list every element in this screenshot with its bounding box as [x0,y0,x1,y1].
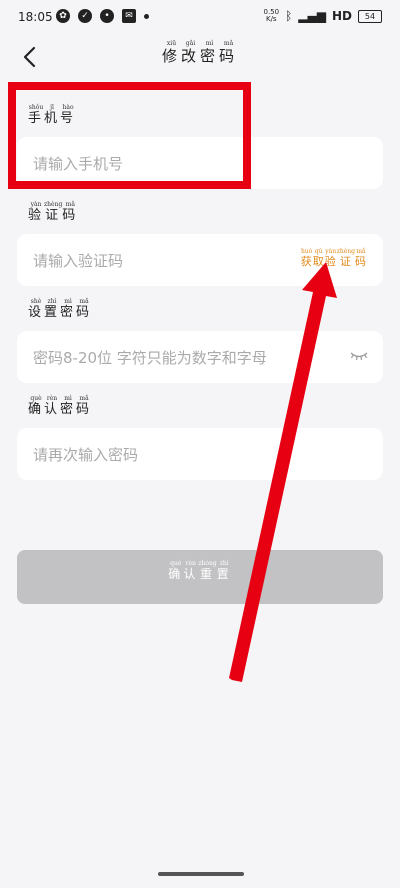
eye-closed-icon[interactable] [349,349,369,363]
network-type: HD [331,9,352,23]
ruby-char: 证zhèng [336,248,355,268]
app-notification-icon: ✿ [56,9,70,23]
code-field-box: 获huò取qǔ验yàn证zhèng码mǎ [17,234,383,288]
password-field-box [17,331,383,385]
pinyin: yàn [324,248,337,255]
page-title: 修xiū改gǎi密mì码mǎ [0,40,400,66]
ruby-char: 获huò [300,248,313,268]
password-input[interactable] [31,331,355,385]
pinyin: zhèng [336,248,355,255]
network-speed-unit: K/s [265,15,277,23]
pinyin: mǎ [219,40,239,47]
bluetooth-icon: ᛒ [285,9,293,23]
pinyin: shè [28,298,44,305]
ruby-char: 验yàn [324,248,337,268]
signal-icon: ▂▄▆ [298,9,326,23]
ruby-char: 证zhèng [44,201,63,223]
notification-icons: ✿ ✓ • ✉ [56,9,149,23]
status-time: 18:05 [18,10,53,24]
pinyin: gǎi [180,40,200,47]
confirm-reset-label: 确què认rèn重zhòng置zhì [168,560,232,581]
ruby-char: 码mǎ [62,201,79,223]
ruby-char: 重zhòng [198,560,217,581]
more-notifications-icon [144,13,149,19]
confirm-password-field-box [17,428,383,482]
ruby-char: 密mì [200,40,220,65]
confirm-password-label: 确què认rèn密mì码mǎ [28,395,92,417]
ruby-char: 码mǎ [219,40,239,65]
pinyin: qǔ [312,248,325,255]
ruby-char: 置zhì [216,560,232,581]
battery-icon: 54 [358,9,382,23]
pinyin: zhì [44,298,61,305]
network-speed: 0.50 K/s [264,9,280,23]
pinyin: mì [200,40,220,47]
password-label: 设shè置zhì密mì码mǎ [28,298,92,320]
ruby-char: 置zhì [44,298,61,320]
pinyin: zhèng [44,201,63,208]
ruby-char: 码mǎ [76,395,93,417]
annotation-highlight-box [8,82,251,189]
pinyin: mǎ [76,395,93,402]
ruby-char: 确què [28,395,45,417]
status-bar: 18:05 ✿ ✓ • ✉ 0.50 K/s ᛒ ▂▄▆ HD 54 [0,0,400,34]
pinyin: què [28,395,45,402]
pinyin: huò [300,248,313,255]
confirm-password-input[interactable] [31,428,295,482]
pinyin: mǎ [62,201,79,208]
ruby-char: 改gǎi [180,40,200,65]
pinyin: què [168,560,184,567]
check-circle-icon: ✓ [78,9,92,23]
pinyin: mǎ [76,298,93,305]
ruby-char: 码mǎ [76,298,93,320]
ruby-char: 密mì [60,395,77,417]
ruby-char: 验yàn [28,201,45,223]
home-indicator [158,872,244,876]
pinyin: yàn [28,201,44,208]
confirm-reset-button[interactable]: 确què认rèn重zhòng置zhì [17,550,383,604]
ruby-char: 修xiū [161,40,181,65]
ruby-char: 取qǔ [312,248,325,268]
system-icons: 0.50 K/s ᛒ ▂▄▆ HD 54 [264,9,382,23]
pinyin: xiū [161,40,181,47]
code-input[interactable] [31,234,295,288]
pinyin: mǎ [355,248,367,255]
pinyin: rèn [44,395,61,402]
code-label: 验yàn证zhèng码mǎ [28,201,78,223]
ruby-char: 认rèn [44,395,61,417]
ruby-char: 设shè [28,298,45,320]
pinyin: zhì [216,560,232,567]
ruby-char: 确què [168,560,184,581]
mail-icon: ✉ [122,9,136,23]
ruby-char: 认rèn [183,560,199,581]
get-code-button[interactable]: 获huò取qǔ验yàn证zhèng码mǎ [301,248,367,269]
ruby-char: 密mì [60,298,77,320]
pinyin: mì [60,298,77,305]
header: 修xiū改gǎi密mì码mǎ [0,38,400,78]
pinyin: mì [60,395,77,402]
chat-icon: • [100,9,114,23]
ruby-char: 码mǎ [355,248,367,268]
pinyin: zhòng [198,560,217,567]
pinyin: rèn [183,560,199,567]
